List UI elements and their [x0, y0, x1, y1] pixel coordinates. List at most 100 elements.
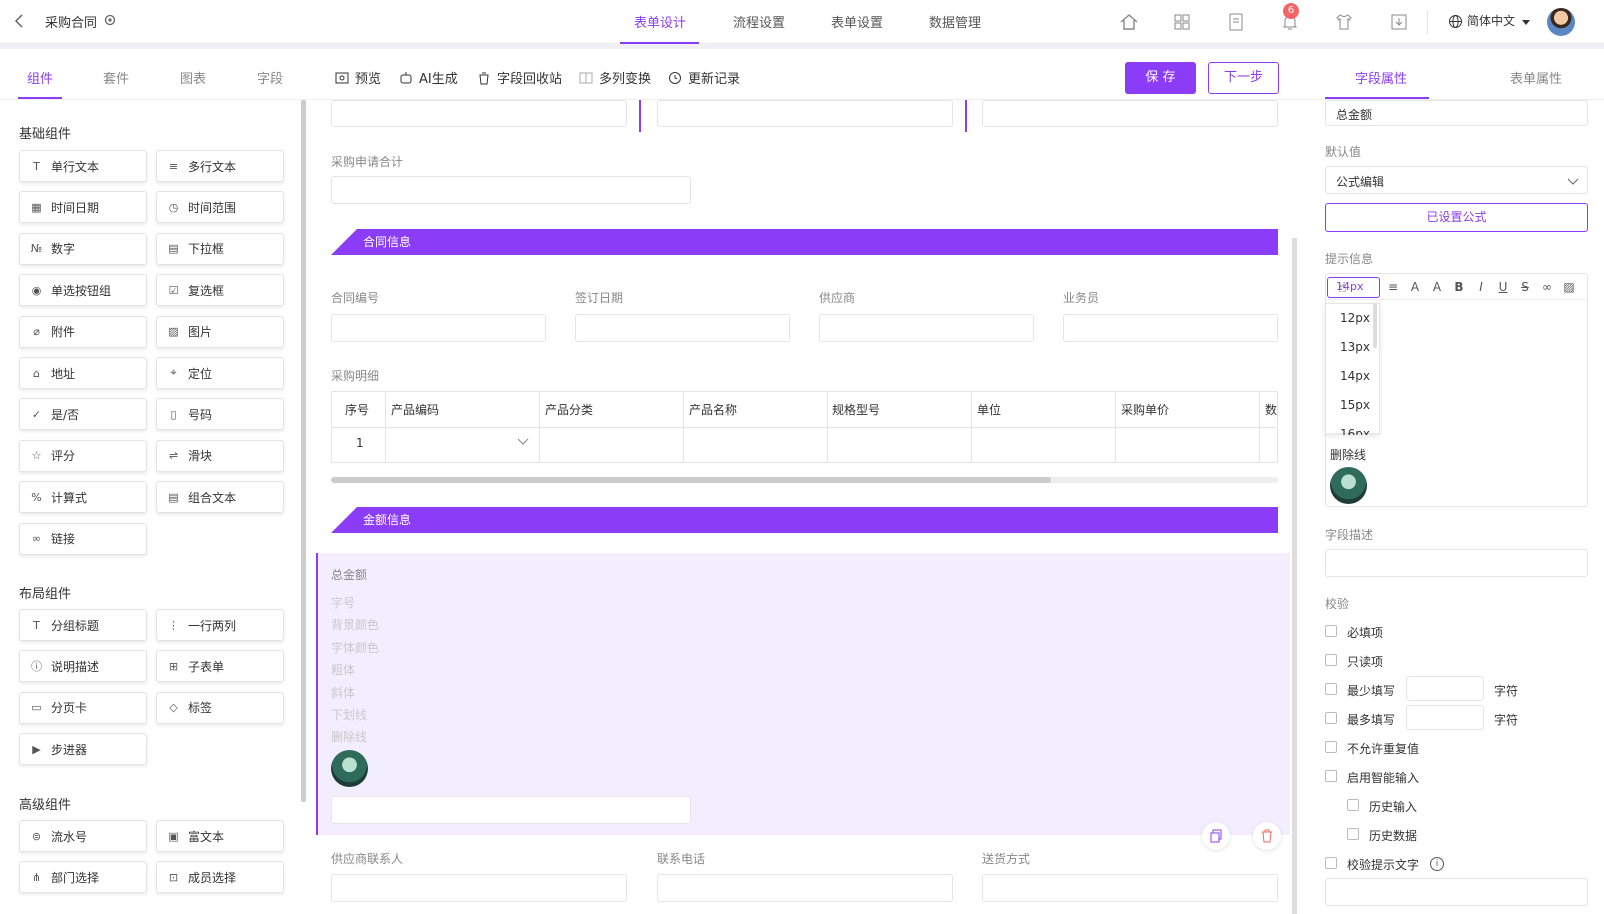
next-step-button[interactable]: 下一步 [1208, 62, 1279, 94]
tab-form-properties[interactable]: 表单属性 [1510, 68, 1562, 87]
component-member[interactable]: ⊡ 成员选择 [156, 861, 284, 894]
info-icon[interactable]: i [1430, 857, 1444, 871]
component-radio[interactable]: ◉ 单选按钮组 [19, 274, 147, 307]
gear-icon[interactable] [103, 13, 117, 27]
caret-down-icon[interactable] [1521, 16, 1531, 31]
tab-field-properties[interactable]: 字段属性 [1355, 68, 1407, 87]
dropdown-scrollbar[interactable] [1373, 303, 1377, 348]
component-paperclip[interactable]: ⌀ 附件 [19, 315, 147, 348]
component-table[interactable]: ⊞ 子表单 [156, 650, 284, 683]
update-log-button[interactable]: 更新记录 [668, 68, 740, 87]
delivery-input[interactable] [982, 874, 1278, 902]
font-color-icon[interactable]: A [1429, 280, 1445, 294]
history-data-checkbox[interactable] [1347, 828, 1359, 840]
component-richtext[interactable]: ▣ 富文本 [156, 820, 284, 852]
language-select[interactable]: 简体中文 [1467, 12, 1515, 29]
supplier-input[interactable] [819, 314, 1034, 342]
required-checkbox[interactable] [1325, 625, 1337, 637]
image-icon[interactable]: ▨ [1561, 280, 1577, 294]
component-checkbox[interactable]: ☑ 复选框 [156, 274, 284, 307]
italic-icon[interactable]: I [1473, 280, 1489, 294]
preview-button[interactable]: 预览 [335, 68, 381, 87]
download-icon[interactable] [1388, 11, 1410, 33]
component-page[interactable]: ▭ 分页卡 [19, 691, 147, 724]
component-number[interactable]: № 数字 [19, 232, 147, 265]
readonly-checkbox[interactable] [1325, 654, 1337, 666]
validate-hint-input[interactable] [1325, 878, 1588, 906]
component-address[interactable]: ⌂ 地址 [19, 357, 147, 389]
component-text-multi[interactable]: ≡ 多行文本 [156, 150, 284, 182]
component-percent[interactable]: % 计算式 [19, 481, 147, 514]
component-clock[interactable]: ◷ 时间范围 [156, 191, 284, 224]
component-title[interactable]: T 分组标题 [19, 609, 147, 641]
save-button[interactable]: 保 存 [1125, 62, 1196, 94]
component-org[interactable]: ⋔ 部门选择 [19, 861, 147, 894]
underline-icon[interactable]: U [1495, 280, 1511, 294]
component-link[interactable]: ∞ 链接 [19, 522, 147, 555]
component-star[interactable]: ☆ 评分 [19, 439, 147, 472]
delete-field-button[interactable] [1253, 822, 1281, 850]
component-serial[interactable]: ⊜ 流水号 [19, 820, 147, 852]
home-icon[interactable] [1118, 11, 1140, 33]
component-text-line[interactable]: T 单行文本 [19, 150, 147, 182]
total-amount-input[interactable] [331, 796, 691, 824]
globe-icon[interactable] [1448, 14, 1463, 29]
tab-form-settings[interactable]: 表单设置 [831, 12, 883, 31]
canvas-scrollbar[interactable] [1292, 238, 1297, 914]
font-size-dropdown[interactable]: 12px 13px 14px 15px 16px [1325, 303, 1380, 435]
copy-field-button[interactable] [1202, 822, 1230, 850]
chevron-down-icon[interactable] [517, 436, 529, 451]
min-length-checkbox[interactable] [1325, 683, 1337, 695]
bold-icon[interactable]: B [1451, 280, 1467, 294]
align-icon[interactable]: ≡ [1385, 280, 1401, 294]
shirt-icon[interactable] [1333, 11, 1355, 33]
sign-date-input[interactable] [575, 314, 790, 342]
default-value-select[interactable]: 公式编辑 [1325, 166, 1588, 194]
salesman-input[interactable] [1063, 314, 1278, 342]
tab-components[interactable]: 组件 [27, 68, 53, 87]
font-size-select[interactable]: 14px [1327, 277, 1380, 298]
component-image[interactable]: ▨ 图片 [156, 315, 284, 348]
tab-data-management[interactable]: 数据管理 [929, 12, 981, 31]
tab-form-design[interactable]: 表单设计 [634, 12, 686, 31]
top-field-input-3[interactable] [982, 100, 1278, 127]
tab-charts[interactable]: 图表 [180, 68, 206, 87]
component-info[interactable]: ⓘ 说明描述 [19, 650, 147, 683]
font-size-option[interactable]: 15px [1333, 391, 1379, 420]
component-phone[interactable]: ▯ 号码 [156, 398, 284, 431]
chevron-down-icon[interactable] [1567, 176, 1579, 191]
font-size-option[interactable]: 16px [1333, 420, 1379, 435]
tab-kits[interactable]: 套件 [103, 68, 129, 87]
component-yes-no[interactable]: ✓ 是/否 [19, 398, 147, 431]
component-stepper[interactable]: ▶ 步进器 [19, 733, 147, 766]
top-field-input-2[interactable] [657, 100, 953, 127]
table-horizontal-scrollbar[interactable] [331, 477, 1278, 483]
field-desc-input[interactable] [1325, 549, 1588, 577]
validate-hint-checkbox[interactable] [1325, 857, 1337, 869]
apps-grid-icon[interactable] [1171, 11, 1193, 33]
purchase-total-input[interactable] [331, 176, 691, 204]
back-icon[interactable] [10, 11, 30, 31]
phone-input[interactable] [657, 874, 953, 902]
no-duplicate-checkbox[interactable] [1325, 741, 1337, 753]
selected-field-total-amount[interactable] [316, 553, 1290, 835]
component-document[interactable]: ▤ 组合文本 [156, 481, 284, 514]
tab-fields[interactable]: 字段 [257, 68, 283, 87]
text-bg-icon[interactable]: A [1407, 280, 1423, 294]
component-columns[interactable]: ⋮ 一行两列 [156, 609, 284, 641]
link-icon[interactable]: ∞ [1539, 280, 1555, 294]
tab-flow-settings[interactable]: 流程设置 [733, 12, 785, 31]
left-scrollbar[interactable] [301, 100, 306, 802]
field-name-input[interactable]: 总金额 [1325, 100, 1588, 126]
history-input-checkbox[interactable] [1347, 799, 1359, 811]
top-field-input-1[interactable] [331, 100, 627, 127]
report-icon[interactable] [1225, 11, 1247, 33]
component-dropdown[interactable]: ▤ 下拉框 [156, 232, 284, 265]
avatar[interactable] [1547, 8, 1575, 36]
component-slider[interactable]: ⇌ 滑块 [156, 439, 284, 472]
min-length-input[interactable] [1406, 676, 1484, 701]
smart-input-checkbox[interactable] [1325, 770, 1337, 782]
font-size-option[interactable]: 14px [1333, 362, 1379, 391]
max-length-input[interactable] [1406, 705, 1484, 730]
component-location[interactable]: ⌖ 定位 [156, 357, 284, 389]
